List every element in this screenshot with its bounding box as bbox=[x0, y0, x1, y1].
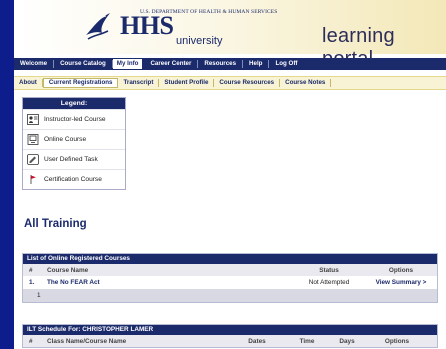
certification-flag-icon bbox=[27, 174, 39, 185]
page-title: All Training bbox=[24, 218, 87, 230]
online-course-icon bbox=[27, 134, 39, 145]
tab-transcript[interactable]: Transcript bbox=[118, 79, 160, 87]
nav-log-off[interactable]: Log Off bbox=[269, 60, 303, 68]
legend-item: Online Course bbox=[23, 129, 125, 149]
user-task-icon bbox=[27, 154, 39, 165]
col-options-header: Options bbox=[388, 266, 414, 274]
col-num-header: # bbox=[29, 266, 33, 274]
view-summary-link[interactable]: View Summary > bbox=[365, 279, 437, 286]
nav-course-catalog[interactable]: Course Catalog bbox=[54, 60, 113, 68]
col-class-name-header: Class Name/Course Name bbox=[47, 337, 127, 345]
legend-label: Instructor-led Course bbox=[44, 116, 106, 123]
nav-career-center[interactable]: Career Center bbox=[144, 60, 199, 68]
nav-welcome[interactable]: Welcome bbox=[14, 60, 55, 68]
page-number-link[interactable]: 1 bbox=[23, 292, 53, 299]
course-name[interactable]: The No FEAR Act bbox=[45, 279, 293, 286]
col-course-name-header: Course Name bbox=[47, 266, 89, 274]
col-status-header: Status bbox=[319, 266, 339, 274]
col-days-header: Days bbox=[339, 337, 355, 345]
primary-nav: Welcome Course Catalog My Info Career Ce… bbox=[14, 58, 446, 70]
brand-university: university bbox=[176, 35, 223, 47]
nav-my-info[interactable]: My Info bbox=[112, 59, 143, 69]
online-courses-table: List of Online Registered Courses # Cour… bbox=[22, 253, 438, 303]
legend-box: Legend: Instructor-led Course Online Cou… bbox=[22, 97, 126, 190]
legend-label: User Defined Task bbox=[44, 156, 98, 163]
legend-title: Legend: bbox=[23, 98, 125, 109]
tab-course-resources[interactable]: Course Resources bbox=[214, 79, 281, 87]
portal-frame: U.S. DEPARTMENT OF HEALTH & HUMAN SERVIC… bbox=[14, 0, 446, 349]
site-header: U.S. DEPARTMENT OF HEALTH & HUMAN SERVIC… bbox=[14, 0, 446, 70]
secondary-tabs: About Current Registrations Transcript S… bbox=[14, 76, 446, 90]
legend-label: Certification Course bbox=[44, 176, 102, 183]
ilt-schedule-table: ILT Schedule For: CHRISTOPHER LAMER # Cl… bbox=[22, 324, 438, 348]
legend-item: Instructor-led Course bbox=[23, 109, 125, 129]
brand-hhs: HHS bbox=[120, 11, 174, 40]
legend-label: Online Course bbox=[44, 136, 87, 143]
table-row: 1. The No FEAR Act Not Attempted View Su… bbox=[23, 276, 437, 289]
nav-resources[interactable]: Resources bbox=[198, 60, 244, 68]
legend-item: Certification Course bbox=[23, 169, 125, 189]
nav-help[interactable]: Help bbox=[243, 60, 270, 68]
course-status: Not Attempted bbox=[308, 279, 350, 286]
col-options-header: Options bbox=[384, 337, 410, 345]
pager-row: 1 bbox=[23, 289, 437, 302]
col-num-header: # bbox=[29, 337, 33, 345]
col-dates-header: Dates bbox=[248, 337, 266, 345]
legend-item: User Defined Task bbox=[23, 149, 125, 169]
table-header: # Class Name/Course Name Dates Time Days… bbox=[23, 335, 437, 347]
online-courses-title: List of Online Registered Courses bbox=[23, 254, 437, 264]
tab-about[interactable]: About bbox=[14, 79, 43, 87]
row-number: 1. bbox=[29, 279, 35, 286]
table-header: # Course Name Status Options bbox=[23, 264, 437, 276]
col-time-header: Time bbox=[299, 337, 315, 345]
tab-student-profile[interactable]: Student Profile bbox=[159, 79, 215, 87]
hhs-eagle-logo-icon bbox=[86, 13, 110, 40]
instructor-led-icon bbox=[27, 114, 39, 125]
ilt-schedule-title: ILT Schedule For: CHRISTOPHER LAMER bbox=[23, 325, 437, 335]
tab-current-registrations[interactable]: Current Registrations bbox=[42, 78, 119, 88]
tab-course-notes[interactable]: Course Notes bbox=[280, 79, 332, 87]
